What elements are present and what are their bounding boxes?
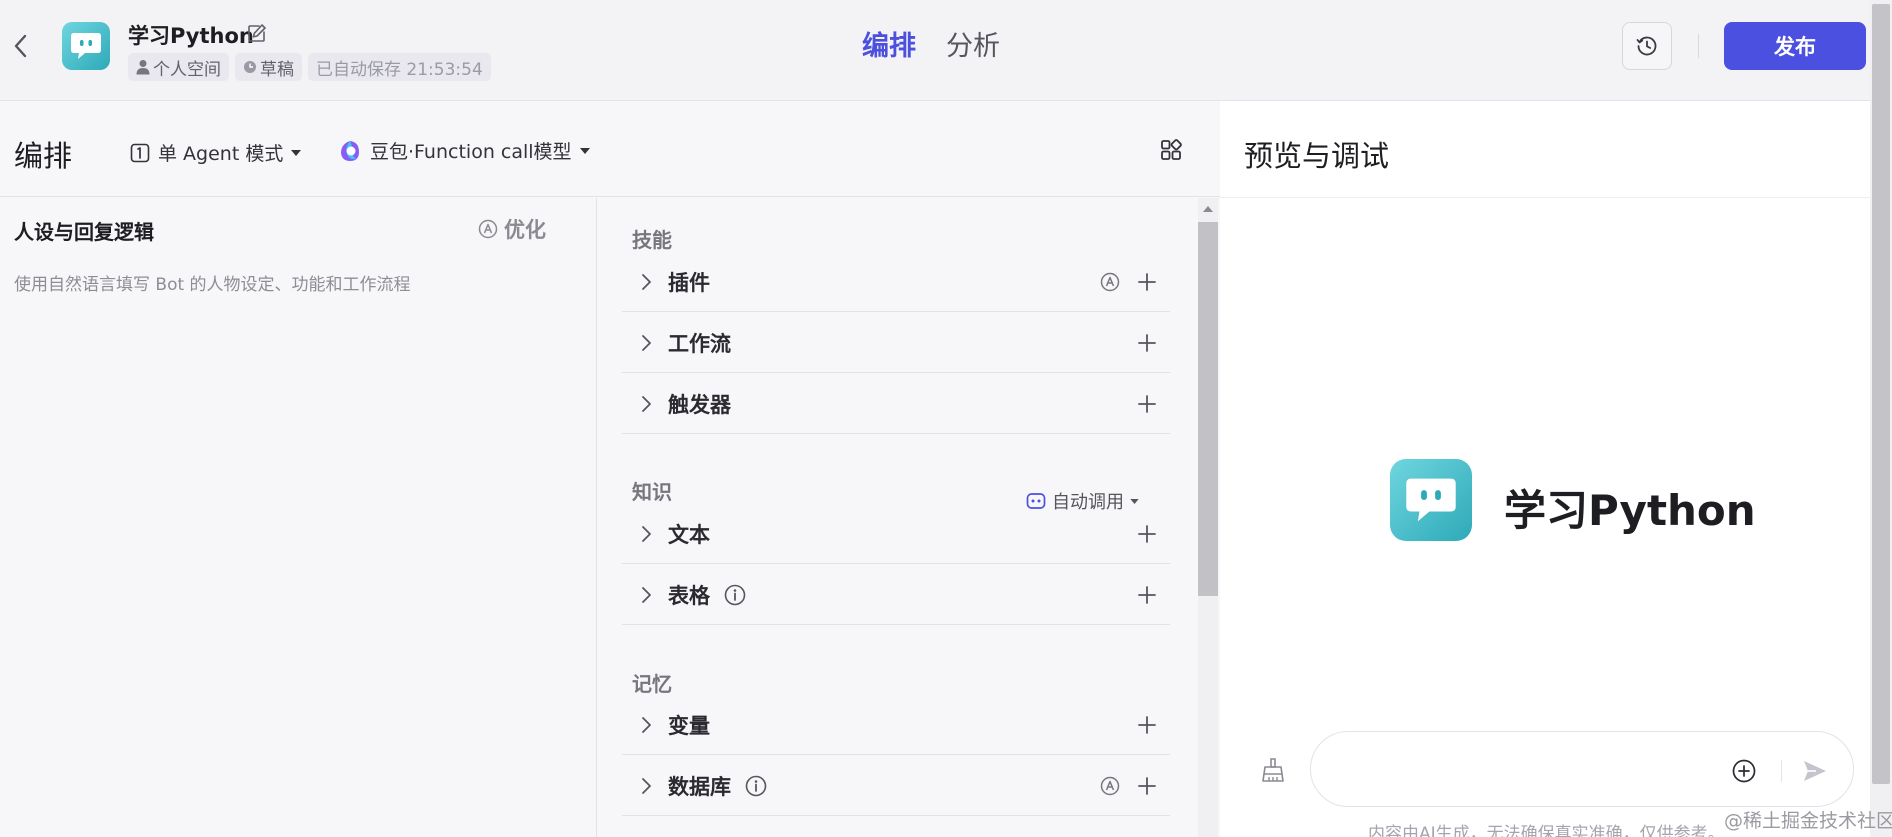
arrange-panel: 编排 单 Agent 模式 豆包·Function call模型 人设与回复逻辑… — [0, 101, 1220, 837]
chat-input[interactable] — [1335, 756, 1715, 784]
top-header: 学习Python 个人空间 草稿 已自动保存 21:53:54 编排 分析 发布 — [0, 0, 1892, 101]
chevron-right-icon — [642, 777, 651, 794]
preview-panel: 预览与调试 学习Python 内容由AI生成，无法确保真实准确，仅供参考。 — [1220, 101, 1870, 837]
list-item-label: 工作流 — [668, 331, 731, 356]
autosave-status: 已自动保存 21:53:54 — [308, 53, 491, 81]
edit-icon[interactable] — [246, 22, 268, 44]
list-item-label: 表格 — [668, 583, 710, 608]
plus-icon[interactable] — [1136, 393, 1158, 415]
preview-title: 预览与调试 — [1244, 139, 1390, 173]
plus-icon[interactable] — [1136, 332, 1158, 354]
chat-bubble-icon — [1406, 478, 1456, 522]
person-icon — [136, 60, 150, 75]
input-divider — [1781, 760, 1782, 782]
back-icon[interactable] — [10, 30, 32, 62]
send-icon[interactable] — [1801, 757, 1829, 785]
plus-icon[interactable] — [1136, 714, 1158, 736]
skills-section: 技能 插件 工作流 触发器 知识 自动调用 文本 表格 记忆 变量 数据库 — [598, 198, 1196, 837]
scrollbar-thumb[interactable] — [1198, 222, 1218, 596]
list-item-label: 触发器 — [668, 392, 731, 417]
status-badge: 草稿 — [235, 53, 302, 81]
optimize-label: 优化 — [504, 218, 546, 242]
list-item-table[interactable]: 表格 — [622, 565, 1170, 625]
model-select[interactable]: 豆包·Function call模型 — [338, 137, 590, 164]
chevron-right-icon — [642, 586, 651, 603]
status-label: 草稿 — [260, 59, 294, 80]
optimize-button[interactable]: 优化 — [478, 214, 546, 244]
plus-icon[interactable] — [1136, 775, 1158, 797]
layout-grid-icon[interactable] — [1160, 139, 1182, 161]
agent-mode-label: 单 Agent 模式 — [158, 143, 284, 165]
section-title-skills: 技能 — [632, 228, 672, 252]
info-icon[interactable] — [724, 584, 746, 606]
section-title-knowledge: 知识 — [632, 480, 672, 504]
caret-down-icon — [1130, 498, 1139, 504]
info-icon[interactable] — [745, 775, 767, 797]
preview-divider — [1220, 197, 1870, 198]
chevron-right-icon — [642, 395, 651, 412]
history-button[interactable] — [1622, 22, 1672, 70]
ai-icon[interactable] — [1100, 272, 1120, 292]
space-label: 个人空间 — [153, 59, 221, 80]
scroll-up-arrow-icon[interactable] — [1203, 206, 1213, 212]
chevron-right-icon — [642, 273, 651, 290]
plus-icon[interactable] — [1136, 584, 1158, 606]
list-item-label: 插件 — [668, 270, 710, 295]
preview-bot-avatar — [1390, 459, 1472, 541]
tab-arrange[interactable]: 编排 — [862, 24, 916, 63]
plus-icon[interactable] — [1136, 523, 1158, 545]
agent-mode-select[interactable]: 单 Agent 模式 — [130, 139, 302, 166]
clock-icon — [244, 61, 256, 73]
list-item-label: 变量 — [668, 713, 710, 738]
list-item-plugin[interactable]: 插件 — [622, 252, 1170, 312]
list-item-variable[interactable]: 变量 — [622, 695, 1170, 755]
list-item-workflow[interactable]: 工作流 — [622, 313, 1170, 373]
list-item-trigger[interactable]: 触发器 — [622, 374, 1170, 434]
list-item-label: 文本 — [668, 522, 710, 547]
chat-input-box — [1310, 731, 1854, 807]
persona-title: 人设与回复逻辑 — [14, 220, 154, 244]
bot-avatar[interactable] — [62, 22, 110, 70]
publish-button[interactable]: 发布 — [1724, 22, 1866, 70]
list-item-text[interactable]: 文本 — [622, 504, 1170, 564]
skills-scrollbar[interactable] — [1198, 198, 1218, 837]
section-title-memory: 记忆 — [632, 672, 672, 696]
agent-mode-icon — [130, 143, 150, 162]
arrange-title: 编排 — [14, 139, 73, 173]
autosave-text: 已自动保存 21:53:54 — [316, 59, 483, 80]
ai-icon[interactable] — [1100, 776, 1120, 796]
add-attachment-icon[interactable] — [1731, 758, 1757, 784]
header-divider — [1698, 34, 1699, 58]
ai-icon — [478, 219, 498, 239]
chevron-right-icon — [642, 525, 651, 542]
space-badge: 个人空间 — [128, 53, 229, 81]
caret-down-icon — [291, 149, 302, 156]
doubao-model-icon — [341, 140, 359, 161]
bot-title: 学习Python — [128, 24, 254, 48]
page-scrollbar-thumb[interactable] — [1872, 4, 1890, 784]
list-item-database[interactable]: 数据库 — [622, 756, 1170, 816]
clear-history-icon[interactable] — [1260, 757, 1286, 783]
preview-bot-name: 学习Python — [1504, 486, 1756, 535]
chat-bubble-icon — [71, 33, 101, 59]
persona-section: 人设与回复逻辑 优化 使用自然语言填写 Bot 的人物设定、功能和工作流程 — [0, 198, 597, 837]
list-item-label: 数据库 — [668, 774, 731, 799]
page-scrollbar[interactable] — [1870, 0, 1892, 837]
main-tabs: 编排 分析 — [862, 24, 1000, 63]
caret-down-icon — [579, 147, 590, 154]
tab-analysis[interactable]: 分析 — [946, 24, 1000, 63]
persona-input-placeholder[interactable]: 使用自然语言填写 Bot 的人物设定、功能和工作流程 — [14, 270, 411, 295]
ai-disclaimer: 内容由AI生成，无法确保真实准确，仅供参考。 — [1368, 824, 1725, 837]
chevron-right-icon — [642, 334, 651, 351]
history-icon — [1636, 36, 1657, 56]
arrange-toolbar: 编排 单 Agent 模式 豆包·Function call模型 — [0, 101, 1220, 197]
chevron-right-icon — [642, 716, 651, 733]
bot-meta: 个人空间 草稿 已自动保存 21:53:54 — [128, 53, 491, 81]
plus-icon[interactable] — [1136, 271, 1158, 293]
watermark: @稀土掘金技术社区 — [1724, 810, 1892, 832]
model-label: 豆包·Function call模型 — [370, 141, 572, 163]
